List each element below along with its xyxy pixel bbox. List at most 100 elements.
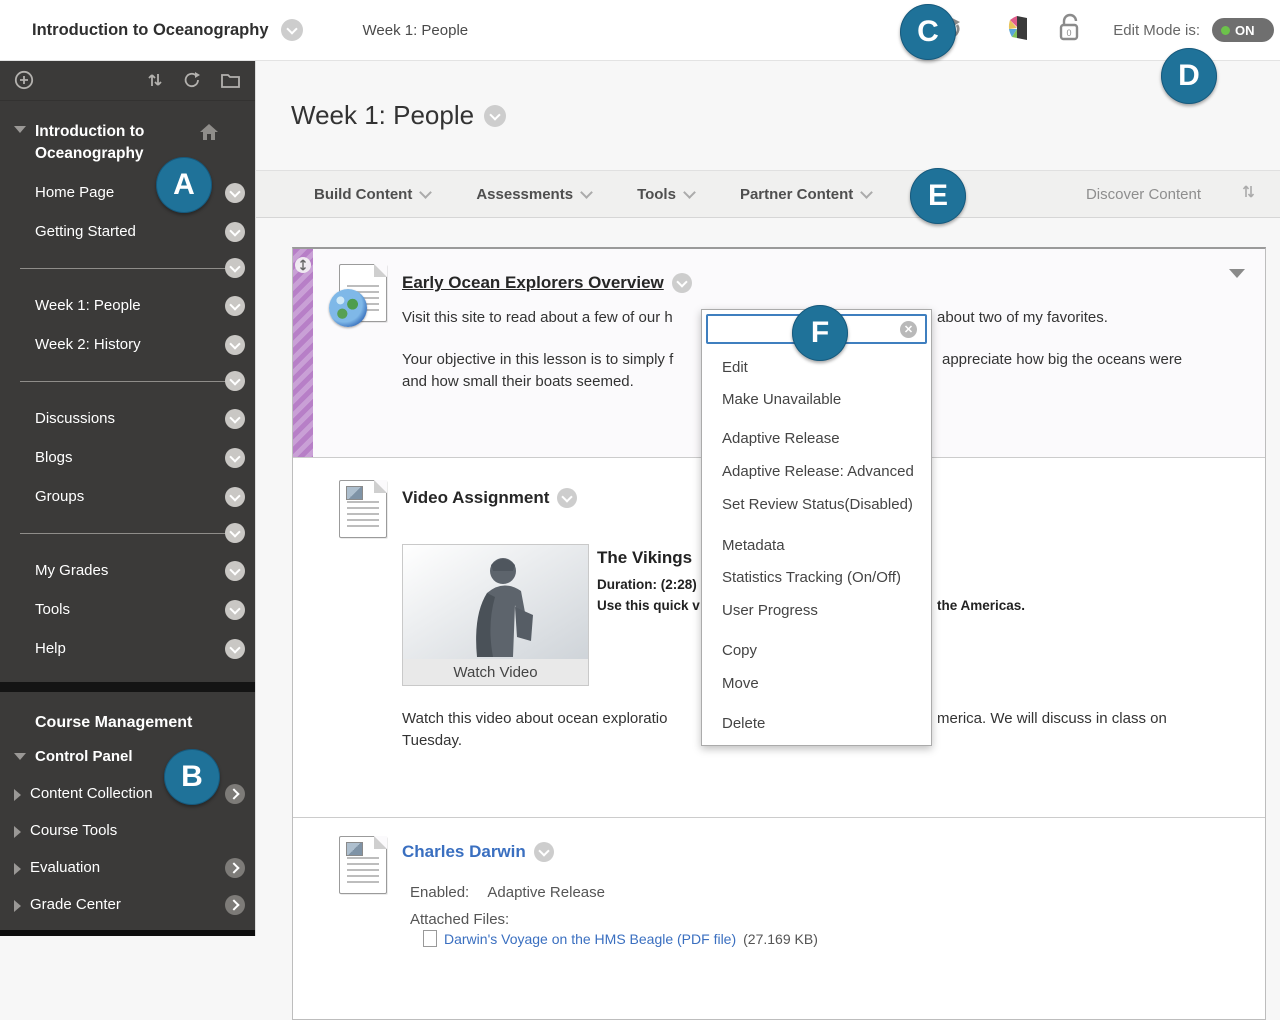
add-menu-item-icon[interactable] [14, 70, 34, 90]
sidebar-item-label: Home Page [35, 184, 115, 201]
expand-triangle-icon[interactable] [14, 826, 21, 838]
sidebar-item-blogs[interactable]: Blogs [0, 438, 255, 477]
chevron-down-icon [860, 185, 874, 199]
item-options-chevron-icon[interactable] [225, 221, 245, 242]
menu-item-edit[interactable]: Edit [722, 358, 748, 378]
menu-item-copy[interactable]: Copy [722, 641, 757, 661]
expand-triangle-icon[interactable] [14, 753, 26, 760]
sidebar-item-discussions[interactable]: Discussions [0, 399, 255, 438]
sidebar-item-label: Getting Started [35, 223, 136, 240]
menu-item-user-progress[interactable]: User Progress [722, 601, 818, 621]
discover-content-button[interactable]: Discover Content [1086, 186, 1201, 203]
menu-label: Assessments [476, 185, 574, 203]
clear-search-icon[interactable]: ✕ [900, 321, 917, 338]
sidebar-item-home-page[interactable]: Home Page [0, 173, 255, 212]
content-item-icon [339, 480, 387, 538]
menu-item-delete[interactable]: Delete [722, 714, 765, 734]
sidebar-item-week2[interactable]: Week 2: History [0, 325, 255, 364]
item-options-chevron-icon[interactable] [225, 560, 245, 581]
open-in-new-arrow-icon[interactable] [225, 857, 245, 878]
sidebar-item-label: Week 1: People [35, 297, 141, 314]
item-options-chevron-icon[interactable] [225, 447, 245, 468]
item-options-chevron-icon[interactable] [225, 295, 245, 316]
sidebar-item-label: Grade Center [30, 896, 121, 913]
expand-triangle-icon[interactable] [14, 789, 21, 801]
partner-content-menu[interactable]: Partner Content [740, 185, 874, 203]
drag-stripe[interactable] [293, 249, 313, 457]
sidebar-item-label: Tools [35, 601, 71, 618]
sidebar-item-tools[interactable]: Tools [0, 590, 255, 629]
menu-label: Tools [637, 185, 676, 203]
sidebar-course-header[interactable]: Introduction to Oceanography [0, 101, 255, 169]
menu-item-metadata[interactable]: Metadata [722, 536, 785, 556]
item-options-chevron-icon[interactable] [225, 486, 245, 507]
item-title-link[interactable]: Charles Darwin [402, 842, 554, 862]
sidebar-item-evaluation[interactable]: Evaluation [0, 849, 255, 886]
attachment-row[interactable]: Darwin's Voyage on the HMS Beagle (PDF f… [423, 930, 818, 947]
sidebar-item-grade-center[interactable]: Grade Center [0, 886, 255, 923]
tools-menu[interactable]: Tools [637, 185, 696, 203]
menu-item-make-unavailable[interactable]: Make Unavailable [722, 390, 841, 410]
expand-triangle-icon[interactable] [14, 863, 21, 875]
divider-options-chevron-icon[interactable] [225, 258, 245, 278]
section-gap [0, 682, 255, 692]
home-icon[interactable] [199, 123, 219, 165]
course-title-chevron-icon[interactable] [280, 19, 303, 41]
folder-view-icon[interactable] [220, 71, 241, 89]
item-options-chevron-icon[interactable] [671, 273, 692, 293]
sidebar-item-label: Blogs [35, 449, 73, 466]
page-title: Week 1: People [291, 100, 507, 131]
item-options-chevron-icon[interactable] [533, 842, 554, 862]
attachment-link[interactable]: Darwin's Voyage on the HMS Beagle (PDF f… [444, 931, 736, 947]
item-options-chevron-icon[interactable] [225, 182, 245, 203]
edit-mode-toggle[interactable]: ON [1212, 18, 1274, 42]
build-content-menu[interactable]: Build Content [314, 185, 433, 203]
sidebar-item-getting-started[interactable]: Getting Started [0, 212, 255, 251]
sidebar-item-label: Content Collection [30, 785, 153, 802]
collapse-caret-icon[interactable] [1229, 269, 1245, 278]
divider-options-chevron-icon[interactable] [225, 523, 245, 543]
item-title-link[interactable]: Early Ocean Explorers Overview [402, 273, 692, 293]
item-options-chevron-icon[interactable] [225, 638, 245, 659]
assessments-menu[interactable]: Assessments [476, 185, 593, 203]
sort-order-icon[interactable] [1241, 183, 1256, 205]
open-in-new-arrow-icon[interactable] [225, 783, 245, 804]
sidebar-item-groups[interactable]: Groups [0, 477, 255, 516]
menu-item-adaptive-release[interactable]: Adaptive Release [722, 429, 840, 449]
item-options-chevron-icon[interactable] [225, 408, 245, 429]
watch-video-button[interactable]: Watch Video [403, 659, 588, 685]
item-options-chevron-icon[interactable] [225, 599, 245, 620]
content-item-icon [339, 836, 387, 894]
edit-mode-state: ON [1235, 22, 1255, 38]
video-thumbnail[interactable]: Watch Video [402, 544, 589, 686]
item-options-chevron-icon[interactable] [225, 334, 245, 355]
theme-palette-icon[interactable] [1007, 14, 1031, 47]
sidebar-item-my-grades[interactable]: My Grades [0, 551, 255, 590]
description-fragment: the Americas. [937, 598, 1026, 613]
page-title-chevron-icon[interactable] [484, 104, 507, 127]
expand-triangle-icon[interactable] [14, 900, 21, 912]
chevron-down-icon [419, 185, 433, 199]
refresh-icon[interactable] [182, 70, 202, 90]
divider-options-chevron-icon[interactable] [225, 371, 245, 391]
item-options-chevron-icon[interactable] [557, 488, 578, 508]
sidebar-item-week1[interactable]: Week 1: People [0, 286, 255, 325]
sidebar-item-help[interactable]: Help [0, 629, 255, 668]
item-title[interactable]: Video Assignment [402, 488, 578, 508]
sidebar-toolbar [0, 60, 255, 101]
menu-item-move[interactable]: Move [722, 674, 759, 694]
collapse-triangle-icon[interactable] [14, 126, 26, 133]
open-in-new-arrow-icon[interactable] [225, 894, 245, 915]
edit-mode-label: Edit Mode is: [1113, 21, 1200, 39]
drag-handle-icon[interactable] [295, 257, 311, 273]
sidebar-item-course-tools[interactable]: Course Tools [0, 812, 255, 849]
reorder-icon[interactable] [146, 70, 164, 90]
menu-item-adaptive-release-advanced[interactable]: Adaptive Release: Advanced [722, 462, 914, 482]
menu-item-set-review-status[interactable]: Set Review Status(Disabled) [722, 495, 913, 515]
menu-divider [20, 523, 245, 543]
unlock-icon[interactable]: 0 [1057, 13, 1083, 48]
edit-mode-on-dot [1221, 25, 1230, 35]
menu-item-statistics-tracking[interactable]: Statistics Tracking (On/Off) [722, 568, 901, 588]
content-item-charles-darwin: Charles Darwin Enabled: Adaptive Release… [293, 817, 1265, 1019]
enabled-label: Enabled: [410, 884, 470, 901]
